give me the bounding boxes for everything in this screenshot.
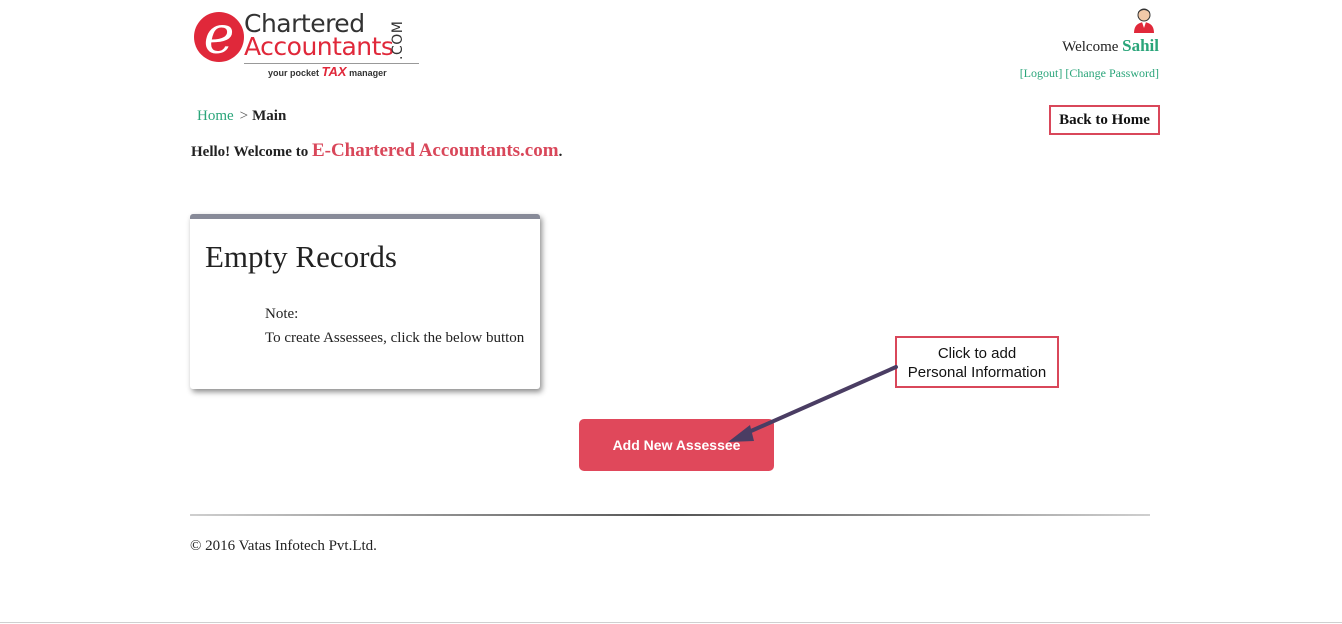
logo-tag-pre: your pocket xyxy=(268,68,322,78)
hello-brand: E-Chartered Accountants.com xyxy=(311,140,559,161)
page-bottom-border xyxy=(0,622,1342,623)
logo-com: .COM xyxy=(390,20,406,60)
user-links: [Logout] [Change Password] xyxy=(960,66,1159,81)
callout-line1: Click to add xyxy=(937,345,1017,362)
hello-suffix: . xyxy=(558,144,563,160)
breadcrumb-home-link[interactable]: Home xyxy=(197,108,234,124)
welcome-text: Welcome Sahil xyxy=(1000,36,1159,56)
copyright-text: © 2016 Vatas Infotech Pvt.Ltd. xyxy=(190,538,377,554)
logo-tagline: your pocket TAX manager xyxy=(268,65,387,80)
logo-e-letter: e xyxy=(203,6,235,66)
user-name: Sahil xyxy=(1122,36,1159,55)
callout-line2: Personal Information xyxy=(907,364,1047,381)
card-title: Empty Records xyxy=(205,239,397,274)
hello-message: Hello! Welcome to E-Chartered Accountant… xyxy=(191,140,562,162)
logout-link[interactable]: [Logout] xyxy=(1020,66,1063,80)
logo-tag-post: manager xyxy=(346,68,387,78)
card-note-label: Note: xyxy=(265,306,299,322)
card-note: Note: To create Assessees, click the bel… xyxy=(265,302,525,350)
change-password-link[interactable]: [Change Password] xyxy=(1065,66,1159,80)
breadcrumb-current: Main xyxy=(252,108,287,124)
footer-divider xyxy=(190,514,1150,516)
add-new-assessee-button[interactable]: Add New Assessee xyxy=(579,419,774,471)
breadcrumb-separator: > xyxy=(239,108,249,124)
welcome-label: Welcome xyxy=(1062,39,1119,55)
logo-tag-tax: TAX xyxy=(321,64,347,79)
breadcrumb: Home > Main xyxy=(197,108,286,125)
callout-annotation: Click to add Personal Information xyxy=(895,336,1059,388)
site-logo[interactable]: e Chartered Accountants .COM your pocket… xyxy=(194,6,424,82)
user-avatar-icon xyxy=(1131,7,1157,33)
back-to-home-button[interactable]: Back to Home xyxy=(1049,105,1160,135)
card-note-text: To create Assessees, click the below but… xyxy=(265,330,525,346)
logo-line2: Accountants xyxy=(244,32,394,61)
empty-records-card: Empty Records Note: To create Assessees,… xyxy=(190,214,540,389)
hello-prefix: Hello! Welcome to xyxy=(191,144,309,160)
